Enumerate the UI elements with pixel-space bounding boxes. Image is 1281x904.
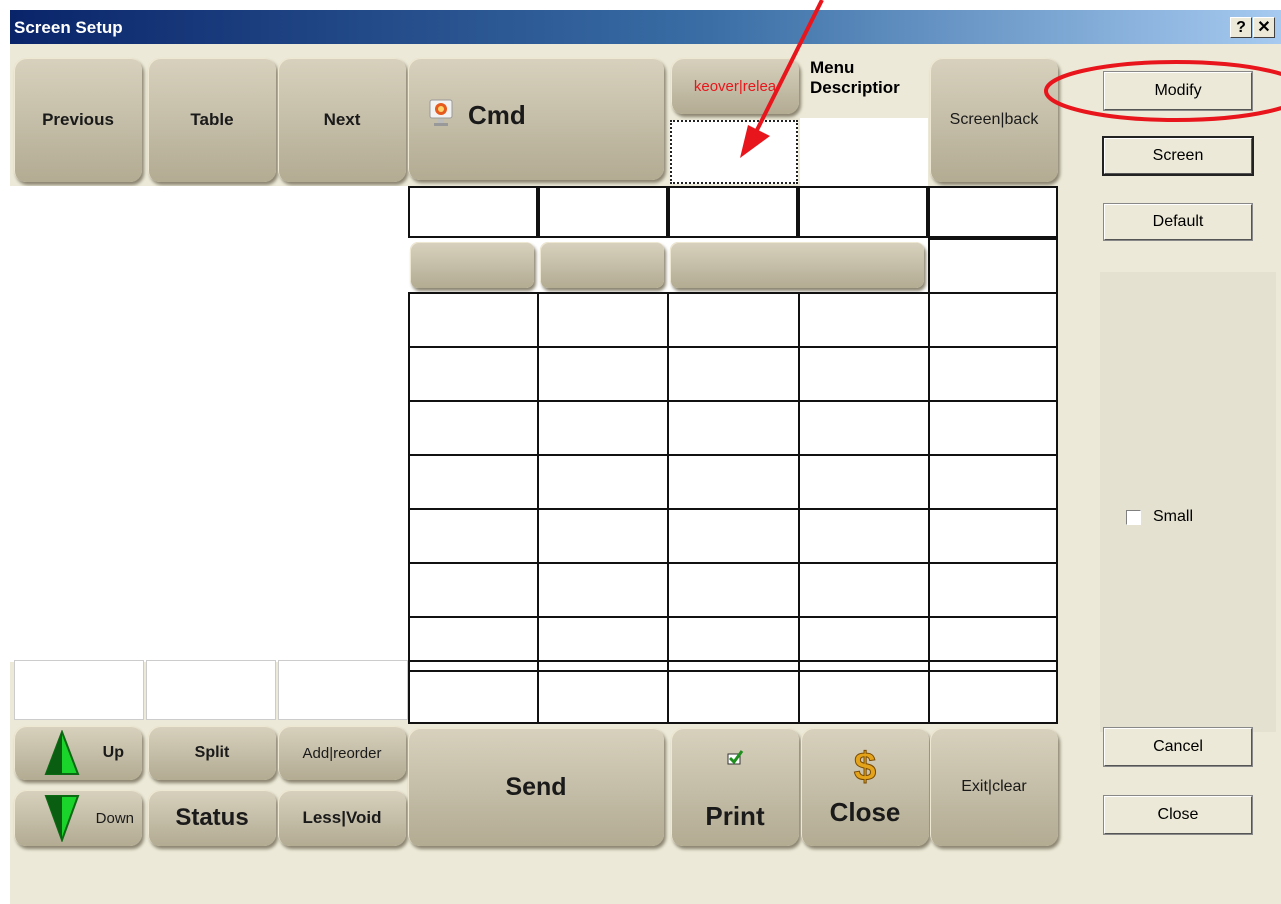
grid-cell[interactable] [538, 186, 668, 238]
cmd-button[interactable]: Cmd [408, 58, 664, 180]
screen-label: Screen [1152, 147, 1204, 164]
window-title: Screen Setup [14, 18, 123, 37]
bottom-left-cell-2[interactable] [146, 660, 276, 720]
bottom-left-cell-1[interactable] [14, 660, 144, 720]
send-button[interactable]: Send [408, 728, 664, 846]
grid-cell[interactable] [798, 186, 928, 238]
small-checkbox-row[interactable]: Small [1126, 508, 1193, 526]
add-reorder-button[interactable]: Add|reorder [278, 726, 406, 780]
screen-back-label: Screen|back [949, 111, 1039, 128]
dollar-icon: $ [853, 744, 877, 789]
order-list-area [10, 186, 408, 662]
down-arrow-icon [44, 794, 80, 846]
split-label: Split [194, 744, 230, 761]
grid-cell[interactable] [928, 238, 1058, 294]
add-reorder-label: Add|reorder [302, 744, 382, 762]
close-label: Close [1157, 806, 1199, 823]
grid-button[interactable] [540, 242, 664, 288]
side-panel [1100, 272, 1276, 732]
less-void-label: Less|Void [302, 808, 382, 827]
cancel-label: Cancel [1153, 738, 1203, 755]
table-button[interactable]: Table [148, 58, 276, 182]
status-button[interactable]: Status [148, 790, 276, 846]
screen-button[interactable]: Screen [1102, 136, 1254, 176]
modify-label: Modify [1154, 82, 1202, 99]
print-button[interactable]: Print [671, 728, 799, 846]
exit-clear-label: Exit|clear [961, 778, 1027, 795]
menu-description-header: Menu Descriptior [800, 58, 928, 114]
close-button[interactable]: Close [1103, 795, 1253, 835]
monitor-icon [428, 98, 454, 137]
previous-button[interactable]: Previous [14, 58, 142, 182]
screen-setup-window: Screen Setup ? ✕ Previous Table Next Cmd… [10, 10, 1281, 904]
takeover-release-button[interactable]: keover|relea [671, 58, 799, 114]
menu-description-line1: Menu [810, 58, 855, 77]
split-button[interactable]: Split [148, 726, 276, 780]
up-label: Up [102, 744, 124, 761]
grid-cell[interactable] [928, 186, 1058, 238]
down-button[interactable]: Down [14, 790, 142, 846]
bottom-left-cell-3[interactable] [278, 660, 408, 720]
help-button[interactable]: ? [1230, 17, 1252, 38]
title-bar: Screen Setup ? ✕ [10, 10, 1281, 44]
small-label: Small [1153, 508, 1194, 525]
less-void-button[interactable]: Less|Void [278, 790, 406, 846]
grid-cell[interactable] [408, 186, 538, 238]
table-label: Table [190, 110, 234, 129]
screen-back-button[interactable]: Screen|back [930, 58, 1058, 182]
next-button[interactable]: Next [278, 58, 406, 182]
close-window-button[interactable]: ✕ [1253, 17, 1275, 38]
menu-description-line2: Descriptior [810, 78, 900, 97]
close-order-label: Close [829, 796, 901, 827]
cmd-label: Cmd [468, 100, 526, 130]
next-label: Next [323, 110, 361, 129]
send-label: Send [505, 772, 567, 801]
selected-button-cell[interactable] [670, 120, 798, 184]
checkmark-icon [726, 742, 744, 773]
grid-cell[interactable] [668, 186, 798, 238]
modify-button[interactable]: Modify [1103, 71, 1253, 111]
up-arrow-icon [44, 729, 80, 781]
cancel-button[interactable]: Cancel [1103, 727, 1253, 767]
previous-label: Previous [42, 110, 114, 129]
small-checkbox[interactable] [1126, 509, 1141, 525]
print-label: Print [705, 801, 765, 831]
close-order-button[interactable]: $ Close [801, 728, 929, 846]
takeover-label: keover|relea [693, 77, 777, 95]
grid-button[interactable] [410, 242, 534, 288]
exit-clear-button[interactable]: Exit|clear [930, 728, 1058, 846]
menu-description-cell[interactable] [800, 118, 928, 186]
up-button[interactable]: Up [14, 726, 142, 780]
default-button[interactable]: Default [1103, 203, 1253, 241]
grid-button-wide[interactable] [670, 242, 924, 288]
down-label: Down [95, 809, 134, 827]
status-label: Status [175, 804, 249, 831]
default-label: Default [1152, 213, 1204, 230]
